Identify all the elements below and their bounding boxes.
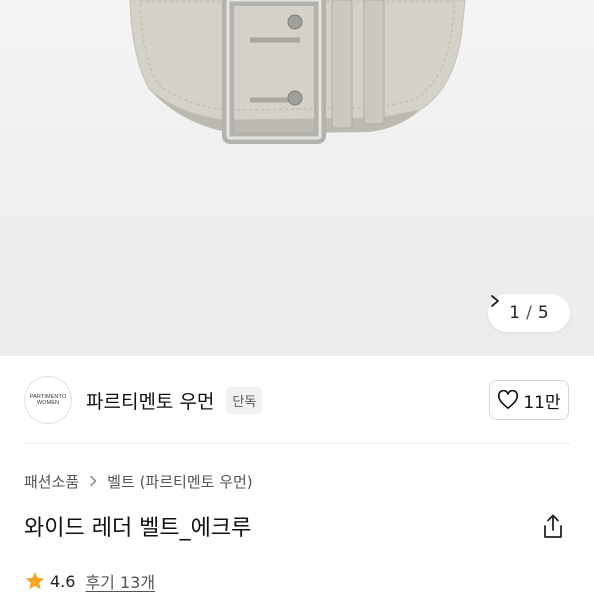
brand-name-link[interactable]: 파르티멘토 우먼 (86, 387, 214, 414)
breadcrumb: 패션소품 벨트 (파르티멘토 우먼) (24, 470, 253, 492)
breadcrumb-item-category[interactable]: 패션소품 (24, 471, 79, 492)
like-button[interactable]: 11만 (489, 380, 569, 420)
chevron-right-icon[interactable] (488, 294, 502, 308)
breadcrumb-item-subcategory[interactable]: 벨트 (파르티멘토 우먼) (107, 471, 252, 492)
review-count-link[interactable]: 후기 13개 (85, 569, 155, 593)
rating-row: 4.6 후기 13개 (24, 568, 155, 594)
brand-logo[interactable]: PARTIMENTO WOMEN (24, 376, 72, 424)
product-title: 와이드 레더 벨트_에크루 (24, 516, 252, 541)
rating-value: 4.6 (50, 571, 76, 591)
share-icon[interactable] (538, 512, 568, 542)
exclusive-badge: 단독 (226, 386, 263, 414)
brand-row: PARTIMENTO WOMEN 파르티멘토 우먼 단독 11만 (0, 356, 594, 444)
image-pager[interactable]: 1 / 5 (488, 294, 570, 332)
divider (24, 443, 570, 444)
heart-outline-icon (498, 390, 519, 409)
product-image-gallery[interactable]: 1 / 5 (0, 0, 594, 356)
pager-separator: / (526, 303, 532, 323)
chevron-right-icon (90, 475, 97, 487)
like-count: 11만 (523, 392, 561, 413)
star-icon (25, 571, 45, 590)
pager-current: 1 (509, 303, 521, 323)
brand-logo-line2: WOMEN (36, 400, 60, 406)
pager-total: 5 (537, 303, 549, 323)
